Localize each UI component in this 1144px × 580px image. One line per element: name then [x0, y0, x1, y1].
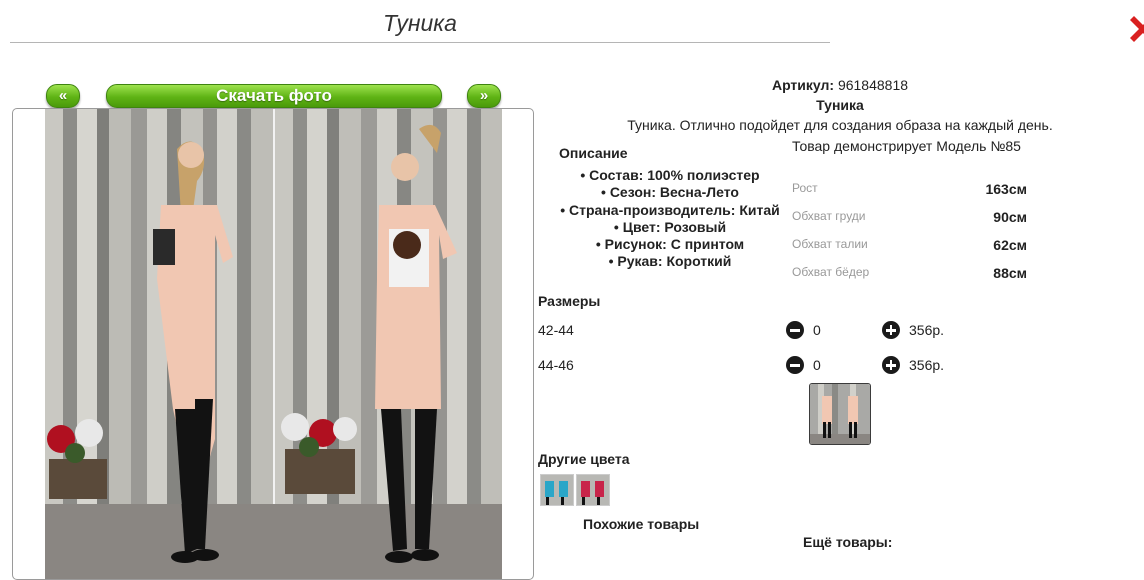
product-thumbnail[interactable] — [809, 383, 871, 445]
download-photo-button[interactable]: Скачать фото — [106, 84, 442, 108]
product-summary: Туника. Отлично подойдет для создания об… — [627, 117, 1053, 133]
article-value: 961848818 — [837, 77, 909, 93]
measure-value: 90см — [993, 209, 1027, 225]
description-heading: Описание — [559, 145, 628, 161]
size-quantity: 0 — [813, 322, 821, 338]
color-variant-thumbnail[interactable] — [540, 474, 574, 506]
description-item: • Рисунок: С принтом — [595, 236, 745, 253]
color-variant-thumbnail[interactable] — [576, 474, 610, 506]
size-price: 356р. — [909, 357, 945, 373]
product-photo[interactable] — [45, 109, 502, 579]
product-photo-frame — [12, 108, 534, 580]
measure-label: Обхват бёдер — [792, 265, 870, 279]
size-price: 356р. — [909, 322, 945, 338]
next-photo-button[interactable]: » — [467, 84, 501, 108]
measure-value: 88см — [993, 265, 1027, 281]
article-label: Артикул: — [771, 77, 835, 93]
measure-label: Рост — [792, 181, 818, 195]
plus-circle-icon[interactable] — [882, 321, 900, 339]
page-title: Туника — [383, 10, 457, 36]
size-quantity: 0 — [813, 357, 821, 373]
minus-circle-icon[interactable] — [786, 321, 804, 339]
more-products-heading: Ещё товары: — [803, 534, 893, 550]
description-item: • Рукав: Короткий — [608, 253, 732, 270]
similar-products-heading: Похожие товары — [583, 516, 700, 532]
description-item: • Сезон: Весна-Лето — [601, 184, 739, 201]
measure-label: Обхват талии — [792, 237, 868, 251]
sizes-heading: Размеры — [538, 293, 601, 309]
plus-circle-icon[interactable] — [882, 356, 900, 374]
size-label: 42-44 — [538, 322, 574, 338]
close-icon[interactable] — [1128, 12, 1144, 46]
measure-label: Обхват груди — [792, 209, 866, 223]
model-caption: Товар демонстрирует Модель №85 — [792, 138, 1021, 154]
description-list: • Состав: 100% полиэстер • Сезон: Весна-… — [540, 167, 800, 271]
size-label: 44-46 — [538, 357, 574, 373]
title-divider — [10, 42, 830, 43]
other-colors-heading: Другие цвета — [538, 451, 630, 467]
measure-value: 62см — [993, 237, 1027, 253]
measure-value: 163см — [985, 181, 1027, 197]
minus-circle-icon[interactable] — [786, 356, 804, 374]
description-item: • Состав: 100% полиэстер — [580, 167, 760, 183]
description-item: • Цвет: Розовый — [613, 218, 727, 235]
article-row: Артикул: 961848818 — [570, 77, 1110, 93]
description-item: • Страна-производитель: Китай — [560, 201, 780, 218]
product-name: Туника — [816, 97, 864, 113]
prev-photo-button[interactable]: « — [46, 84, 80, 108]
